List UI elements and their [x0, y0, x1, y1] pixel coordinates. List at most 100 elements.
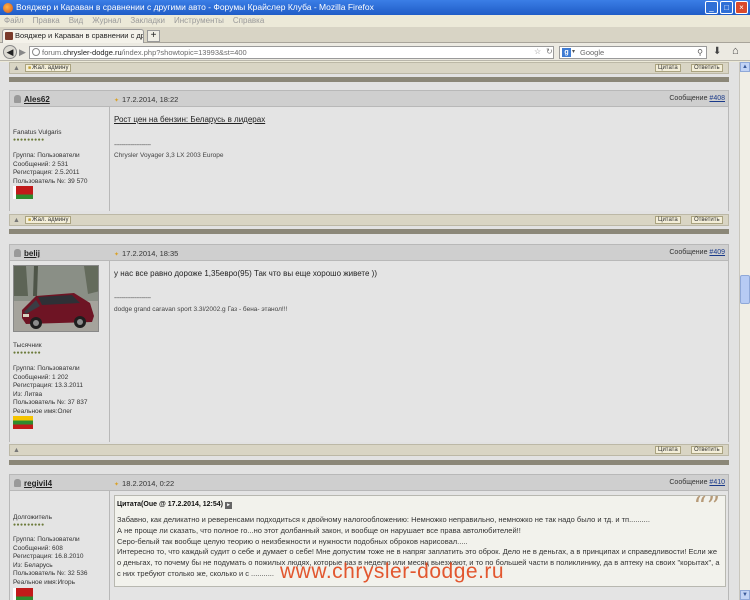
user-info: Группа: Пользователи Сообщений: 2 531 Ре…: [13, 152, 87, 186]
post-username[interactable]: belij: [24, 249, 40, 258]
downloads-icon[interactable]: ⬇: [713, 46, 721, 57]
scroll-down-arrow-icon[interactable]: ▼: [740, 590, 750, 600]
menu-history[interactable]: Журнал: [92, 15, 121, 27]
user-icon: [14, 95, 21, 103]
reply-button[interactable]: Ответить: [691, 216, 723, 224]
country-flag-lithuania: [13, 416, 33, 429]
post-date: 18.2.2014, 0:22: [114, 479, 174, 488]
country-flag-belarus: [13, 588, 33, 600]
reply-button[interactable]: Ответить: [691, 446, 723, 454]
message-link[interactable]: #409: [709, 249, 725, 256]
message-link[interactable]: #410: [709, 479, 725, 486]
author-panel: Fanatus Vulgaris ●●●●●●●●● Группа: Польз…: [10, 107, 110, 211]
menu-file[interactable]: Файл: [4, 15, 24, 27]
forward-button[interactable]: ▶: [19, 47, 26, 58]
url-input[interactable]: forum.chrysler-dodge.ru/index.php?showto…: [29, 46, 554, 59]
maximize-button[interactable]: □: [720, 1, 733, 14]
post-header-408: Ales62 17.2.2014, 18:22 Сообщение #408: [9, 90, 729, 107]
search-input[interactable]: g ▾ Google ⚲: [559, 46, 707, 59]
menu-bookmarks[interactable]: Закладки: [130, 15, 165, 27]
url-host: chrysler-dodge.ru: [63, 48, 122, 57]
info-posts: Сообщений: 1 202: [13, 373, 69, 381]
reload-icon[interactable]: ↻: [546, 47, 553, 56]
menu-help[interactable]: Справка: [233, 15, 264, 27]
post-body-409: Тысячник ●●●●●●●● Группа: Пользователи С…: [9, 261, 729, 442]
info-posts: Сообщений: 608: [13, 544, 63, 552]
google-icon[interactable]: g: [562, 48, 571, 57]
scroll-up-icon[interactable]: ▲: [13, 65, 20, 72]
scroll-up-arrow-icon[interactable]: ▲: [740, 62, 750, 72]
report-button[interactable]: Жал. админу: [25, 216, 72, 224]
search-engine-dropdown-icon[interactable]: ▾: [572, 47, 575, 58]
scrollbar-thumb[interactable]: [740, 275, 750, 304]
scroll-up-icon[interactable]: ▲: [13, 447, 20, 454]
home-icon[interactable]: ⌂: [732, 45, 739, 57]
quote-author: Цитата(Oue @ 17.2.2014, 12:54): [117, 501, 223, 508]
author-panel: Тысячник ●●●●●●●● Группа: Пользователи С…: [10, 261, 110, 442]
rank-stars: ●●●●●●●●●: [13, 522, 45, 528]
message-number: Сообщение #409: [669, 249, 725, 256]
window-title: Вояджер и Караван в сравнении с другими …: [16, 2, 374, 12]
info-posts: Сообщений: 2 531: [13, 160, 69, 168]
info-registered: Регистрация: 16.8.2010: [13, 553, 84, 560]
author-panel: Долгожитель ●●●●●●●●● Группа: Пользовате…: [10, 491, 110, 600]
quote-button[interactable]: Цитата: [655, 216, 681, 224]
quote-line: Серо-белый так вообще целую теорию о неи…: [117, 536, 468, 546]
vertical-scrollbar[interactable]: ▲ ▼: [739, 62, 750, 600]
info-user-id: Пользователь №: 37 837: [13, 399, 88, 406]
firefox-icon: [3, 3, 13, 13]
signature-separator: --------------------: [114, 142, 151, 149]
close-button[interactable]: ×: [735, 1, 748, 14]
post-body-408: Fanatus Vulgaris ●●●●●●●●● Группа: Польз…: [9, 107, 729, 211]
scroll-up-icon[interactable]: ▲: [13, 217, 20, 224]
message-number: Сообщение #408: [669, 95, 725, 102]
search-icon[interactable]: ⚲: [697, 47, 703, 58]
tab-bar: Вояджер и Караван в сравнении с другим..…: [0, 27, 750, 43]
quote-header: Цитата(Oue @ 17.2.2014, 12:54) ▸: [117, 501, 232, 509]
info-user-id: Пользователь №: 39 570: [13, 177, 88, 185]
info-group: Группа: Пользователи: [13, 536, 80, 543]
signature: Chrysler Voyager 3,3 LX 2003 Europe: [114, 152, 224, 159]
post-header-410: regivil4 18.2.2014, 0:22 Сообщение #410: [9, 474, 729, 491]
rank-stars: ●●●●●●●●: [13, 350, 42, 356]
post-text: у нас все равно дороже 1,35евро(95) Так …: [114, 269, 377, 278]
info-from: Из: Беларусь: [13, 561, 53, 569]
post-actions-408: ▲ Жал. админу Цитата Ответить: [9, 214, 729, 226]
report-button[interactable]: Жал. админу: [25, 64, 72, 72]
back-button[interactable]: ◀: [3, 45, 17, 59]
post-username[interactable]: regivil4: [24, 479, 52, 488]
avatar[interactable]: [13, 265, 99, 332]
message-number: Сообщение #410: [669, 479, 725, 486]
message-link[interactable]: #408: [709, 95, 725, 102]
info-registered: Регистрация: 2.5.2011: [13, 169, 80, 176]
search-placeholder: Google: [580, 48, 605, 57]
tab-label: Вояджер и Караван в сравнении с другим..…: [15, 31, 143, 40]
quote-button[interactable]: Цитата: [655, 64, 681, 72]
quote-expand-icon[interactable]: ▸: [224, 502, 232, 509]
favicon-icon: [5, 32, 13, 40]
quote-button[interactable]: Цитата: [655, 446, 681, 454]
new-tab-button[interactable]: +: [147, 30, 160, 42]
message-label: Сообщение: [669, 95, 708, 102]
reply-button[interactable]: Ответить: [691, 64, 723, 72]
bookmark-star-icon[interactable]: ☆: [534, 47, 541, 56]
menu-tools[interactable]: Инструменты: [174, 15, 224, 27]
post-username[interactable]: Ales62: [24, 95, 50, 104]
car-photo-icon: [14, 266, 98, 331]
minimize-button[interactable]: _: [705, 1, 718, 14]
info-registered: Регистрация: 13.3.2011: [13, 382, 84, 389]
url-path: /index.php?showtopic=13993&st=400: [121, 48, 247, 57]
url-prefix: forum.: [42, 48, 64, 57]
post-link[interactable]: Рост цен на бензин: Беларусь в лидерах: [114, 115, 265, 124]
quote-line: Забавно, как деликатно и реверенсами под…: [117, 515, 650, 524]
post-header-409: belij 17.2.2014, 18:35 Сообщение #409: [9, 244, 729, 261]
info-group: Группа: Пользователи: [13, 152, 80, 159]
menu-edit[interactable]: Правка: [33, 15, 60, 27]
user-icon: [14, 249, 21, 257]
info-real-name: Реальное имя:Олег: [13, 407, 73, 415]
tab-forum[interactable]: Вояджер и Караван в сравнении с другим..…: [2, 29, 144, 43]
info-real-name: Реальное имя:Игорь: [13, 578, 76, 586]
post-date: 17.2.2014, 18:35: [114, 249, 178, 258]
navigation-bar: ◀ ▶ forum.chrysler-dodge.ru/index.php?sh…: [0, 43, 750, 61]
menu-view[interactable]: Вид: [69, 15, 83, 27]
